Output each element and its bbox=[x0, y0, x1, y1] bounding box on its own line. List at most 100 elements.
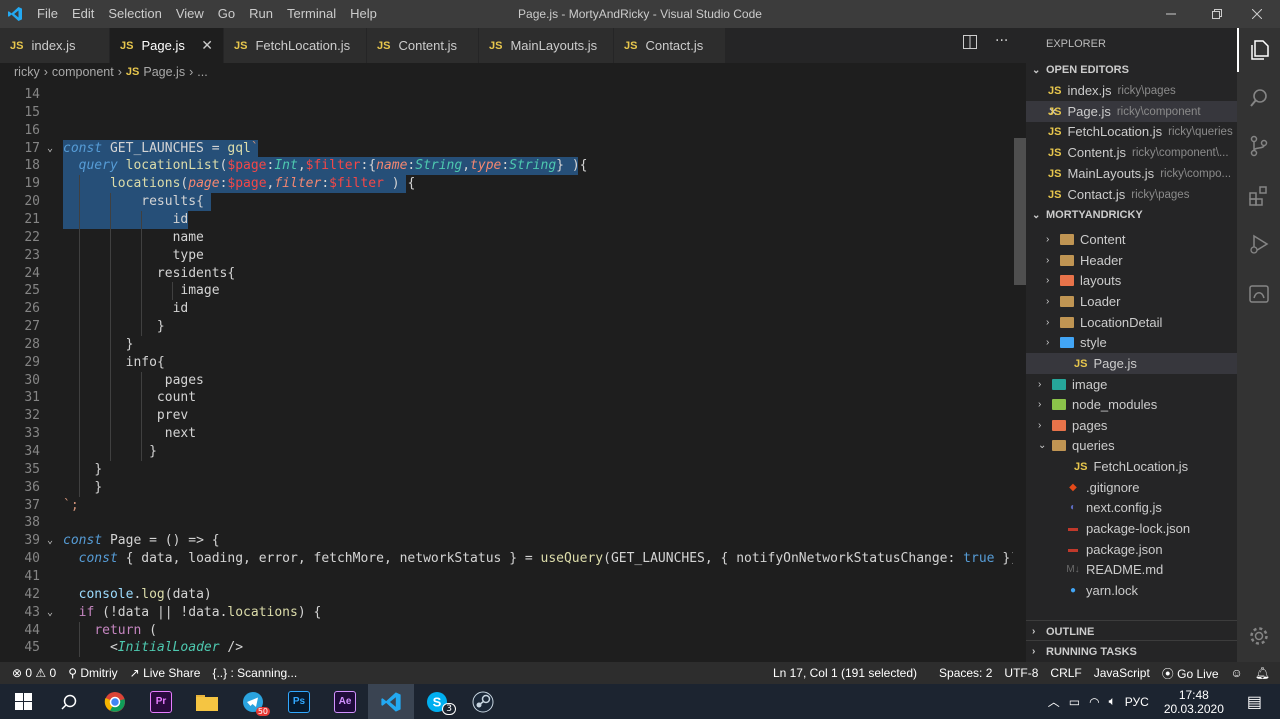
split-editor-icon[interactable] bbox=[963, 35, 977, 53]
code-line[interactable]: 38 bbox=[0, 514, 1013, 532]
code-line[interactable]: 43 ⌄ if (!data || !data.locations) { bbox=[0, 604, 1013, 622]
tab-index-js[interactable]: JS index.js bbox=[0, 28, 110, 63]
scrollbar-thumb[interactable] bbox=[1014, 138, 1026, 285]
code-line[interactable]: 19 locations(page:$page,filter:$filter )… bbox=[0, 175, 1013, 194]
remote-explorer-icon[interactable] bbox=[1237, 272, 1280, 316]
outline-header[interactable]: › OUTLINE bbox=[1026, 620, 1237, 642]
breadcrumb-more[interactable]: ... bbox=[197, 65, 207, 79]
tree-folder[interactable]: › Header bbox=[1026, 250, 1237, 271]
tree-file[interactable]: ◐ next.config.js bbox=[1026, 497, 1237, 518]
chrome-icon[interactable] bbox=[92, 684, 138, 719]
code-line[interactable]: 33 next bbox=[0, 425, 1013, 444]
tab-content-js[interactable]: JS Content.js bbox=[367, 28, 479, 63]
battery-icon[interactable]: ▭ bbox=[1069, 695, 1080, 709]
code-line[interactable]: 32 prev bbox=[0, 407, 1013, 426]
code-line[interactable]: 15 bbox=[0, 104, 1013, 122]
tray-expand-icon[interactable]: ︿ bbox=[1048, 693, 1060, 710]
code-line[interactable]: 23 type bbox=[0, 246, 1013, 265]
close-tab-icon[interactable]: ✕ bbox=[201, 37, 213, 54]
notifications-bell-icon[interactable]: 🔔︎ bbox=[1249, 666, 1276, 680]
open-editor-item[interactable]: ✕ JS Page.js ricky\component bbox=[1026, 101, 1237, 122]
open-editor-item[interactable]: JS Contact.js ricky\pages bbox=[1026, 184, 1237, 205]
menu-view[interactable]: View bbox=[169, 0, 211, 28]
action-center-icon[interactable]: ▤ bbox=[1247, 692, 1262, 712]
file-explorer-icon[interactable] bbox=[184, 684, 230, 719]
menu-file[interactable]: File bbox=[30, 0, 65, 28]
open-editor-item[interactable]: JS MainLayouts.js ricky\compo... bbox=[1026, 163, 1237, 184]
tab-mainlayouts-js[interactable]: JS MainLayouts.js bbox=[479, 28, 614, 63]
open-editors-header[interactable]: ⌄ OPEN EDITORS bbox=[1026, 59, 1237, 81]
photoshop-icon[interactable]: Ps bbox=[276, 684, 322, 719]
menu-terminal[interactable]: Terminal bbox=[280, 0, 343, 28]
run-debug-icon[interactable] bbox=[1237, 222, 1280, 266]
open-editor-item[interactable]: JS index.js ricky\pages bbox=[1026, 80, 1237, 101]
more-actions-icon[interactable]: ··· bbox=[995, 33, 1008, 49]
open-editor-item[interactable]: JS Content.js ricky\component\... bbox=[1026, 142, 1237, 163]
eol-setting[interactable]: CRLF bbox=[1044, 666, 1087, 680]
tree-folder[interactable]: › style bbox=[1026, 332, 1237, 353]
source-control-icon[interactable] bbox=[1237, 124, 1280, 168]
tab-contact-js[interactable]: JS Contact.js bbox=[614, 28, 726, 63]
code-line[interactable]: 36 } bbox=[0, 478, 1013, 497]
wifi-icon[interactable]: ◠ bbox=[1089, 695, 1099, 709]
tree-folder[interactable]: ⌄ queries bbox=[1026, 435, 1237, 456]
go-live-button[interactable]: ⦿ Go Live bbox=[1156, 665, 1225, 682]
vscode-taskbar-icon[interactable] bbox=[368, 684, 414, 719]
tab-page-js[interactable]: JS Page.js ✕ bbox=[110, 28, 224, 63]
clock[interactable]: 17:48 20.03.2020 bbox=[1164, 688, 1224, 716]
code-line[interactable]: 37 `; bbox=[0, 497, 1013, 515]
code-line[interactable]: 24 residents{ bbox=[0, 264, 1013, 283]
premiere-icon[interactable]: Pr bbox=[138, 684, 184, 719]
live-share-button[interactable]: ↗ Live Share bbox=[124, 666, 207, 680]
code-line[interactable]: 40 const { data, loading, error, fetchMo… bbox=[0, 550, 1025, 568]
tree-folder[interactable]: › pages bbox=[1026, 415, 1237, 436]
code-line[interactable]: 31 count bbox=[0, 389, 1013, 408]
breadcrumb-component[interactable]: component bbox=[52, 65, 114, 79]
breadcrumb-ricky[interactable]: ricky bbox=[14, 65, 40, 79]
code-line[interactable]: 16 bbox=[0, 122, 1013, 140]
tree-file[interactable]: ▬ package.json bbox=[1026, 539, 1237, 560]
cursor-position[interactable]: Ln 17, Col 1 (191 selected) bbox=[767, 666, 923, 680]
code-line[interactable]: 39 ⌄ const Page = () => { bbox=[0, 532, 1013, 550]
tree-file[interactable]: ◆ .gitignore bbox=[1026, 477, 1237, 498]
code-line[interactable]: 29 info{ bbox=[0, 353, 1013, 372]
tree-file[interactable]: JS Page.js bbox=[1026, 353, 1237, 374]
tree-folder[interactable]: › LocationDetail bbox=[1026, 312, 1237, 333]
tree-folder[interactable]: › Loader bbox=[1026, 291, 1237, 312]
tree-folder[interactable]: › layouts bbox=[1026, 270, 1237, 291]
tree-folder[interactable]: › node_modules bbox=[1026, 394, 1237, 415]
scanning-status[interactable]: {..} : Scanning... bbox=[206, 666, 303, 680]
tree-file[interactable]: ▬ package-lock.json bbox=[1026, 518, 1237, 539]
code-line[interactable]: 34 } bbox=[0, 443, 1013, 461]
input-language[interactable]: РУС bbox=[1125, 695, 1149, 709]
menu-edit[interactable]: Edit bbox=[65, 0, 101, 28]
menu-selection[interactable]: Selection bbox=[101, 0, 168, 28]
taskbar-search-icon[interactable] bbox=[46, 684, 92, 719]
feedback-icon[interactable]: ☺ bbox=[1225, 666, 1249, 680]
minimize-button[interactable] bbox=[1148, 0, 1194, 28]
code-editor[interactable]: 14 15 16 17 ⌄ const GET_LAUNCHES = gql` 18 que… bbox=[0, 80, 1026, 662]
code-line[interactable]: 25 image bbox=[0, 282, 1013, 301]
code-line[interactable]: 30 pages bbox=[0, 371, 1013, 390]
search-icon[interactable] bbox=[1237, 76, 1280, 120]
fold-chevron-icon[interactable]: ⌄ bbox=[47, 140, 53, 158]
account-indicator[interactable]: ⚲ Dmitriy bbox=[62, 666, 123, 680]
menu-go[interactable]: Go bbox=[211, 0, 242, 28]
tree-folder[interactable]: › Content bbox=[1026, 229, 1237, 250]
breadcrumb-file[interactable]: Page.js bbox=[143, 65, 185, 79]
code-line[interactable]: 22 name bbox=[0, 228, 1013, 247]
code-line[interactable]: 14 bbox=[0, 86, 1013, 104]
code-line[interactable]: 45 <InitialLoader /> bbox=[0, 639, 1013, 658]
code-line[interactable]: 41 bbox=[0, 568, 1013, 586]
code-line[interactable]: 21 id bbox=[0, 210, 1013, 229]
fold-chevron-icon[interactable]: ⌄ bbox=[47, 604, 53, 622]
code-line[interactable]: 26 id bbox=[0, 300, 1013, 319]
extensions-icon[interactable] bbox=[1237, 174, 1280, 218]
code-line[interactable]: 20 results{ bbox=[0, 193, 1013, 212]
steam-icon[interactable] bbox=[460, 684, 506, 719]
project-header[interactable]: ⌄ MORTYANDRICKY bbox=[1026, 204, 1237, 226]
code-line[interactable]: 42 console.log(data) bbox=[0, 586, 1013, 604]
after-effects-icon[interactable]: Ae bbox=[322, 684, 368, 719]
fold-chevron-icon[interactable]: ⌄ bbox=[47, 532, 53, 550]
close-window-button[interactable] bbox=[1234, 0, 1280, 28]
